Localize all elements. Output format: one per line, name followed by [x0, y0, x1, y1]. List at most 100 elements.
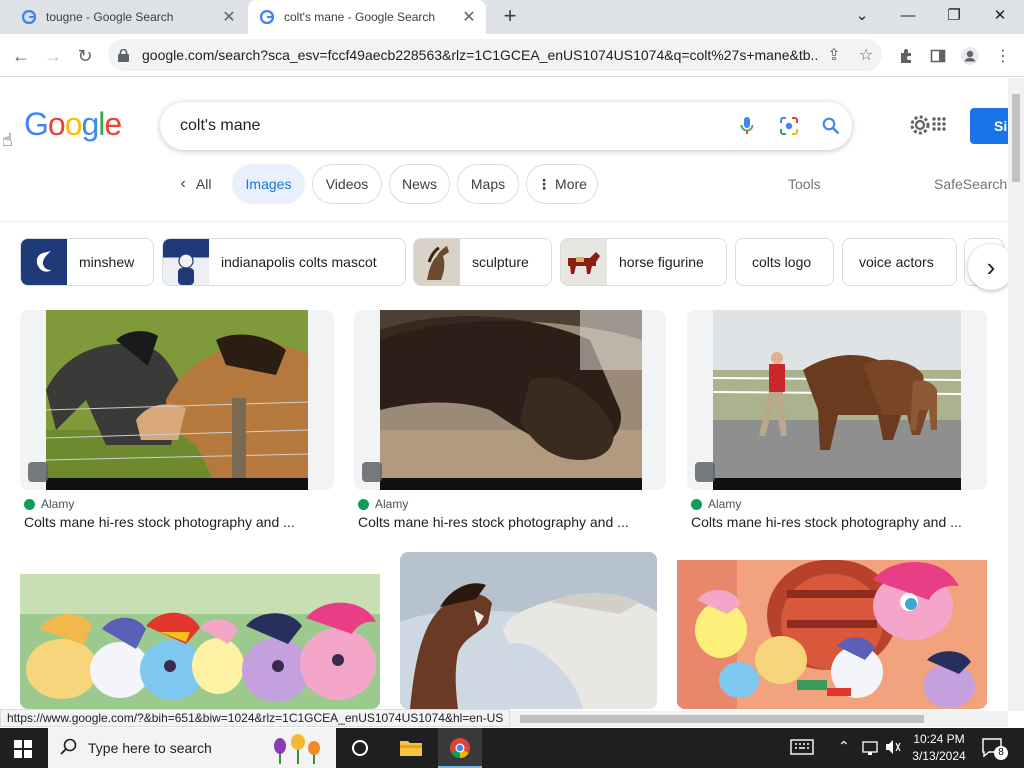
search-input[interactable]: colt's mane: [180, 117, 726, 135]
result-image-frame[interactable]: [687, 310, 987, 490]
result-image-frame[interactable]: [677, 552, 987, 709]
tab-videos[interactable]: Videos: [312, 164, 382, 204]
vertical-scrollbar[interactable]: [1008, 78, 1024, 711]
clock-date: 3/13/2024: [912, 749, 966, 763]
extensions-puzzle-icon[interactable]: [893, 43, 919, 69]
related-chip-horse-figurine[interactable]: horse figurine: [560, 238, 727, 286]
related-chip-label: indianapolis colts mascot: [221, 254, 377, 270]
tab-all[interactable]: ‹ All: [166, 164, 226, 204]
share-icon[interactable]: ⇪: [818, 45, 850, 65]
related-chip-minshew[interactable]: minshew: [20, 238, 154, 286]
search-box[interactable]: colt's mane: [160, 102, 852, 150]
result-source[interactable]: Alamy: [358, 497, 558, 511]
windows-taskbar: Type here to search ⌃ 10:24 PM 3/13/2024…: [0, 728, 1024, 768]
side-panel-icon[interactable]: [925, 43, 951, 69]
tab-label: News: [401, 176, 437, 192]
tab-maps[interactable]: Maps: [457, 164, 519, 204]
horizontal-scroll-thumb[interactable]: [520, 715, 924, 723]
windows-start-icon[interactable]: [14, 740, 32, 763]
related-chip-label: minshew: [79, 254, 135, 270]
chrome-taskbar-button[interactable]: [438, 728, 482, 768]
chevron-left-icon: ‹: [180, 175, 186, 192]
vertical-scroll-thumb[interactable]: [1012, 94, 1020, 182]
google-lens-icon[interactable]: [768, 102, 810, 150]
taskbar-search-box[interactable]: Type here to search: [48, 728, 336, 768]
file-explorer-icon[interactable]: [400, 738, 422, 761]
browser-tab-2[interactable]: colt's mane - Google Search ✕: [248, 0, 486, 34]
forward-arrow-icon[interactable]: →: [40, 43, 66, 69]
tab-search-chevron-icon[interactable]: ⌄: [840, 0, 884, 30]
reload-icon[interactable]: ↻: [72, 43, 98, 69]
tab-label: All: [195, 176, 212, 192]
tab-label: Images: [245, 176, 292, 192]
tools-button[interactable]: Tools: [788, 176, 821, 192]
minimize-icon[interactable]: —: [886, 0, 930, 30]
more-vertical-icon: ⋮: [537, 175, 552, 192]
profile-avatar-icon[interactable]: [957, 43, 983, 69]
search-icon[interactable]: [810, 102, 852, 150]
settings-gear-icon[interactable]: [908, 113, 932, 137]
result-title[interactable]: Colts mane hi-res stock photography and …: [691, 514, 981, 530]
tab-title: tougne - Google Search: [46, 10, 174, 24]
google-apps-grid-icon[interactable]: [932, 117, 946, 131]
browser-toolbar: ← → ↻ google.com/search?sca_esv=fccf49ae…: [0, 34, 1024, 77]
new-tab-plus-icon[interactable]: +: [498, 5, 522, 29]
result-image-two-horses-fence: [46, 310, 308, 490]
related-chip-indianapolis-colts-mascot[interactable]: indianapolis colts mascot: [162, 238, 406, 286]
result-image-frame[interactable]: [354, 310, 666, 490]
back-arrow-icon[interactable]: ←: [8, 43, 34, 69]
result-title[interactable]: Colts mane hi-res stock photography and …: [358, 514, 658, 530]
result-source[interactable]: Alamy: [24, 497, 224, 511]
result-source[interactable]: Alamy: [691, 497, 891, 511]
tray-chevron-up-icon[interactable]: ⌃: [838, 738, 850, 755]
notification-center-icon[interactable]: 8: [982, 738, 1008, 763]
browser-tab-bar: tougne - Google Search ✕ colt's mane - G…: [0, 0, 1024, 34]
task-view-icon[interactable]: [350, 738, 370, 763]
volume-icon[interactable]: [884, 739, 902, 760]
source-name: Alamy: [375, 497, 409, 511]
result-image-frame[interactable]: [20, 310, 334, 490]
colts-logo-thumbnail: [21, 239, 67, 285]
close-tab-icon[interactable]: ✕: [218, 7, 240, 27]
microphone-icon[interactable]: [726, 102, 768, 150]
address-bar[interactable]: google.com/search?sca_esv=fccf49aecb2285…: [108, 39, 882, 71]
result-image-cartoon-ponies: [20, 574, 380, 709]
tab-label: Maps: [470, 176, 506, 192]
taskbar-search-placeholder: Type here to search: [88, 740, 212, 756]
source-name: Alamy: [41, 497, 75, 511]
network-icon[interactable]: [862, 740, 880, 761]
related-chip-voice-actors[interactable]: voice actors: [842, 238, 957, 286]
image-badge-icon: [28, 462, 48, 482]
tab-news[interactable]: News: [389, 164, 450, 204]
safesearch-button[interactable]: SafeSearch: [934, 176, 1007, 192]
related-chip-colts-logo[interactable]: colts logo: [735, 238, 834, 286]
clock-time: 10:24 PM: [913, 732, 965, 746]
tab-more[interactable]: ⋮ More: [526, 164, 598, 204]
result-title[interactable]: Colts mane hi-res stock photography and …: [24, 514, 324, 530]
keyboard-icon[interactable]: [790, 739, 814, 760]
google-favicon-icon: [22, 10, 36, 24]
horse-figurine-thumbnail: [561, 239, 607, 285]
result-image-frame[interactable]: [400, 552, 657, 709]
related-chip-sculpture[interactable]: sculpture: [413, 238, 552, 286]
tab-label: Videos: [325, 176, 369, 192]
tab-label: More: [555, 176, 587, 192]
source-favicon-icon: [358, 498, 369, 510]
browser-menu-kebab-icon[interactable]: ⋮: [990, 43, 1016, 69]
related-chip-label: sculpture: [472, 254, 529, 270]
url-text: google.com/search?sca_esv=fccf49aecb2285…: [142, 47, 818, 63]
source-name: Alamy: [708, 497, 742, 511]
result-image-frame[interactable]: [20, 552, 380, 709]
tab-title: colt's mane - Google Search: [284, 10, 436, 24]
restore-icon[interactable]: ❐: [932, 0, 976, 30]
browser-tab-1[interactable]: tougne - Google Search ✕: [10, 0, 246, 34]
result-image-man-leading-horses: [713, 310, 961, 490]
bookmark-star-icon[interactable]: ☆: [850, 45, 882, 65]
google-logo[interactable]: Google: [24, 106, 122, 143]
close-tab-icon[interactable]: ✕: [458, 7, 480, 27]
taskbar-clock[interactable]: 10:24 PM 3/13/2024: [908, 731, 970, 765]
google-favicon-icon: [260, 10, 274, 24]
chrome-icon: [450, 738, 470, 759]
window-close-icon[interactable]: ✕: [978, 0, 1022, 30]
tab-images[interactable]: Images: [232, 164, 305, 204]
